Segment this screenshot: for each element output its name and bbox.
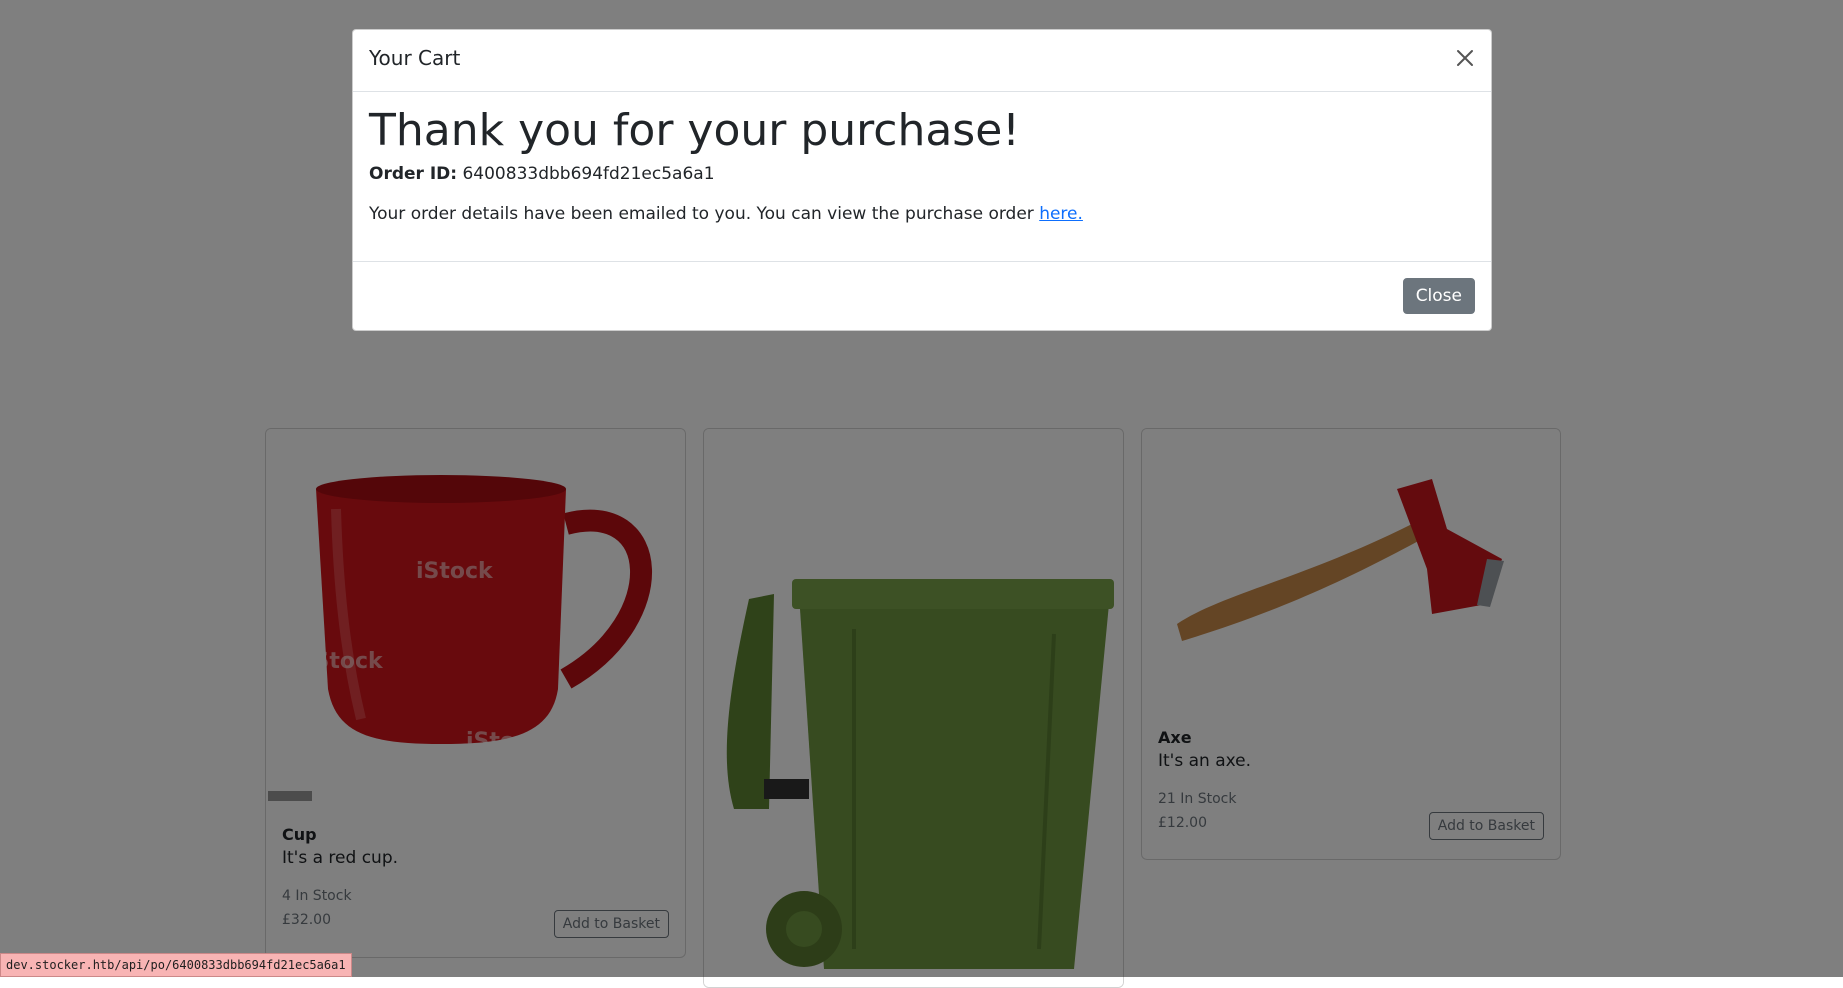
purchase-order-link[interactable]: here. (1039, 204, 1083, 224)
order-id-label: Order ID: (369, 163, 458, 184)
modal-body: Thank you for your purchase! Order ID: 6… (369, 91, 1475, 261)
order-id-line: Order ID: 6400833dbb694fd21ec5a6a1 (369, 164, 1475, 184)
close-icon[interactable] (1453, 46, 1477, 70)
order-details-text: Your order details have been emailed to … (369, 204, 1475, 224)
modal-footer: Close (353, 261, 1491, 330)
status-bar-url: dev.stocker.htb/api/po/6400833dbb694fd21… (0, 953, 352, 977)
details-message: Your order details have been emailed to … (369, 203, 1034, 224)
close-button[interactable]: Close (1402, 278, 1475, 314)
cart-modal: Your Cart Thank you for your purchase! O… (352, 29, 1492, 331)
purchase-heading: Thank you for your purchase! (369, 105, 1020, 156)
modal-header: Your Cart (353, 30, 1491, 92)
modal-title: Your Cart (369, 46, 461, 70)
order-id-value: 6400833dbb694fd21ec5a6a1 (462, 163, 715, 184)
